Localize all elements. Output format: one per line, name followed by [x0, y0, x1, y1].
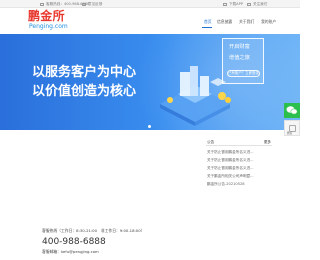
- notice-more-link[interactable]: 更多: [264, 140, 271, 144]
- mail-icon: [82, 2, 86, 6]
- nav-disclosure[interactable]: 信息披露: [217, 19, 232, 25]
- notice-item[interactable]: 关于防止冒用鹏金所名义进...: [207, 158, 271, 162]
- notice-item[interactable]: 鹏金所公告-20210528: [207, 182, 271, 186]
- nav-home[interactable]: 首页: [204, 19, 212, 25]
- notice-item[interactable]: 关于防止冒用鹏金所名义进...: [207, 166, 271, 170]
- service-hours: 客服热线（工作日：8:30-21:00 非工作日：9:00-18:00）: [42, 228, 145, 233]
- notice-title: 公告: [207, 140, 215, 144]
- banner-slogan-2: 以价值创造为核心: [32, 84, 137, 99]
- wechat-bubble-icon: [286, 106, 298, 115]
- carousel-dot[interactable]: [148, 125, 151, 128]
- download-app-link[interactable]: 下载APP: [229, 1, 243, 7]
- promo-line-1: 开启财富: [229, 44, 250, 50]
- hero-banner[interactable]: 以服务客户为中心 以价值创造为核心 开启财富 增值之旅 已有账户？立即登录: [0, 34, 300, 130]
- banner-slogan-1: 以服务客户为中心: [32, 65, 137, 80]
- qr-code-icon: [289, 125, 296, 132]
- site-logo[interactable]: 鹏金所 Penging.com: [28, 9, 80, 33]
- mobile-icon: [223, 2, 227, 6]
- qr-float-button[interactable]: 微信: [284, 120, 300, 136]
- phone-icon: [40, 2, 44, 6]
- nav-my-account[interactable]: 我的账户: [261, 19, 276, 25]
- notice-item[interactable]: 关于防止冒用鹏金所名义进...: [207, 150, 271, 154]
- top-bar: 客服热线：400-988-6888 意见反馈 下载APP 关注我们: [0, 0, 300, 8]
- login-button[interactable]: 已有账户？立即登录: [227, 70, 260, 77]
- service-email[interactable]: 客服邮箱：kefu@pengjing.com: [42, 249, 99, 254]
- service-phone: 400-988-6888: [42, 237, 106, 247]
- logo-domain: Penging.com: [29, 23, 68, 30]
- feedback-link[interactable]: 意见反馈: [88, 1, 102, 7]
- notice-header: 公告 更多: [206, 138, 272, 146]
- wechat-float-button[interactable]: [284, 103, 300, 118]
- nav-active-indicator: [202, 27, 212, 28]
- float-widget-label: 微信: [287, 132, 293, 135]
- follow-us-link[interactable]: 关注我们: [253, 1, 267, 7]
- notice-panel: 公告 更多 关于防止冒用鹏金所名义进... 关于防止冒用鹏金所名义进... 关于…: [206, 138, 272, 198]
- logo-text: 鹏金所: [28, 9, 65, 23]
- wechat-icon: [247, 2, 251, 6]
- nav-about[interactable]: 关于我们: [239, 19, 254, 25]
- promo-line-2: 增值之旅: [229, 55, 250, 61]
- site-footer: 客服热线（工作日：8:30-21:00 非工作日：9:00-18:00） 400…: [0, 224, 300, 260]
- site-header: 鹏金所 Penging.com 首页 信息披露 关于我们 我的账户: [0, 8, 300, 34]
- notice-item[interactable]: 关于鹏金所相关公司声明暨...: [207, 174, 271, 178]
- promo-panel: 开启财富 增值之旅 已有账户？立即登录: [222, 38, 264, 84]
